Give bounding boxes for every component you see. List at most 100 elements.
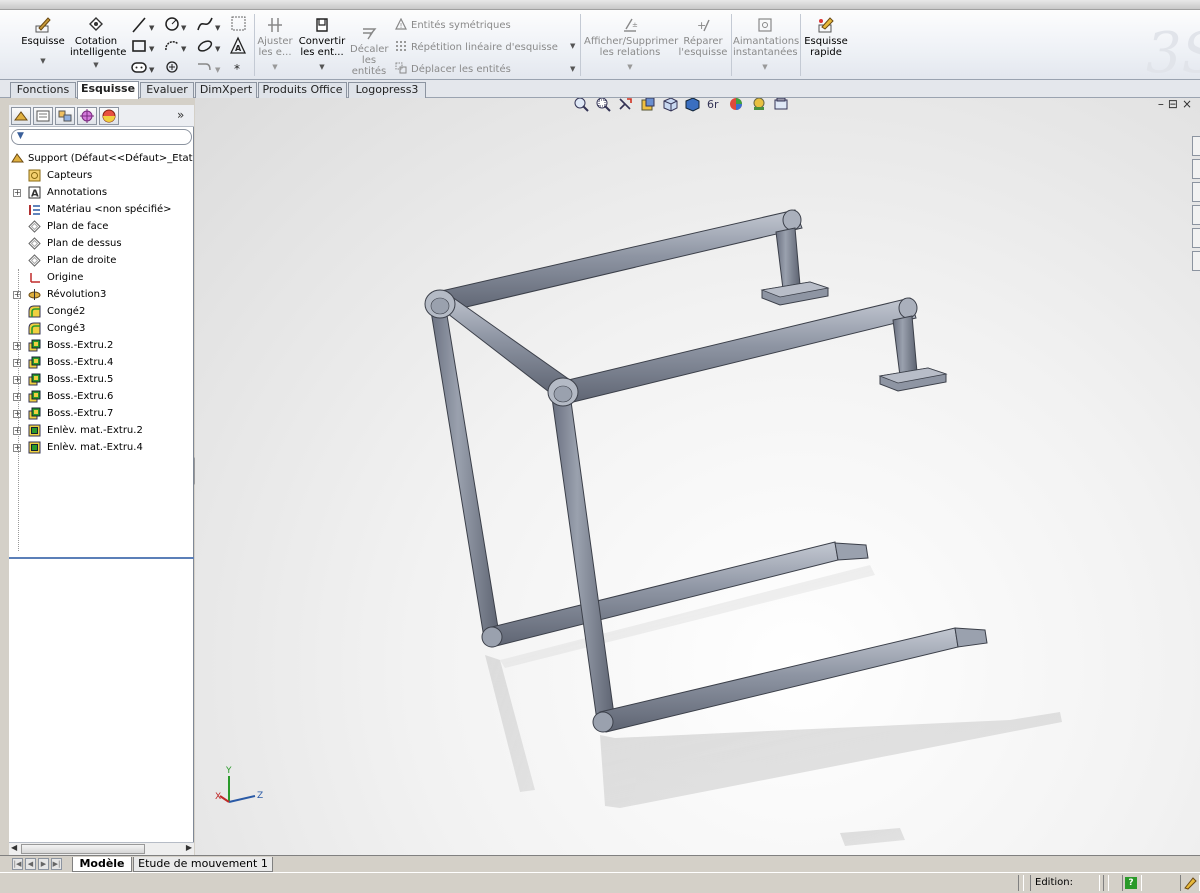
feature-filter-input[interactable]: ▼ <box>11 129 192 145</box>
feature-tree: Support (Défaut<<Défaut>_Etat c Capteurs… <box>9 150 194 456</box>
svg-text:▼: ▼ <box>149 24 155 32</box>
tree-item-label: Congé2 <box>47 306 86 317</box>
svg-text:▼: ▼ <box>215 45 221 53</box>
relations-icon: ± <box>624 18 638 32</box>
tab-sketch[interactable]: Esquisse <box>77 81 139 99</box>
tree-item-origine[interactable]: Origine <box>9 269 194 286</box>
tree-item-cong-3[interactable]: Congé3 <box>9 320 194 337</box>
display-manager-tab[interactable] <box>99 107 119 125</box>
tree-root-part[interactable]: Support (Défaut<<Défaut>_Etat c <box>9 150 194 167</box>
feature-manager-tab[interactable] <box>11 107 31 125</box>
tree-item-cong-2[interactable]: Congé2 <box>9 303 194 320</box>
dimxpert-manager-tab[interactable] <box>77 107 97 125</box>
convert-label-1: Convertir <box>298 36 346 47</box>
tree-item-plan-de-droite[interactable]: Plan de droite <box>9 252 194 269</box>
tab-motion-study-1[interactable]: Etude de mouvement 1 <box>133 857 273 872</box>
tab-model[interactable]: Modèle <box>72 857 132 872</box>
tab-office-products[interactable]: Produits Office <box>258 82 347 98</box>
expand-toggle[interactable]: + <box>13 291 21 299</box>
trim-label-2: les e... <box>258 47 292 58</box>
tree-item-r-volution3[interactable]: + Révolution3 <box>9 286 194 303</box>
tree-item-boss-extru-5[interactable]: + Boss.-Extru.5 <box>9 371 194 388</box>
nav-last-button[interactable]: ▶| <box>51 858 62 870</box>
nav-prev-button[interactable]: ◀ <box>25 858 36 870</box>
panel-horizontal-scrollbar[interactable]: ◀ ▶ <box>9 842 194 855</box>
tree-item-annotations[interactable]: + A Annotations <box>9 184 194 201</box>
graphics-area[interactable]: 6r –⊟× Y X Z <box>195 98 1200 855</box>
tree-item-boss-extru-6[interactable]: + Boss.-Extru.6 <box>9 388 194 405</box>
sketch-grid-icon <box>231 16 246 31</box>
quick-snaps-button[interactable]: Aimantations instantanées ▼ <box>733 16 799 73</box>
convert-dropdown-arrow[interactable]: ▼ <box>298 62 346 73</box>
move-entities-button[interactable]: Déplacer les entités <box>395 62 511 75</box>
tree-item-boss-extru-4[interactable]: + Boss.-Extru.4 <box>9 354 194 371</box>
mirror-entities-button[interactable]: ! Entités symétriques <box>395 18 511 31</box>
circle-icon <box>165 17 179 31</box>
tree-item-label: Capteurs <box>47 170 93 181</box>
offset-label-1: Décaler <box>350 44 389 55</box>
back-vertical-tube <box>429 302 501 645</box>
repair-label-2: l'esquisse <box>678 47 728 58</box>
pattern-dropdown-arrow[interactable]: ▼ <box>570 42 575 50</box>
property-manager-tab[interactable] <box>33 107 53 125</box>
tree-item-plan-de-dessus[interactable]: Plan de dessus <box>9 235 194 252</box>
status-pencil-icon[interactable] <box>1180 875 1200 891</box>
scroll-thumb[interactable] <box>21 844 145 854</box>
mirror-icon: ! <box>395 18 407 30</box>
expand-toggle[interactable]: + <box>13 359 21 367</box>
rapid-sketch-button[interactable]: Esquisse rapide <box>802 16 850 58</box>
tab-features[interactable]: Fonctions <box>10 82 76 98</box>
tab-logopress3[interactable]: Logopress3 <box>348 82 426 98</box>
smart-dimension-icon <box>89 17 103 31</box>
tab-evaluate[interactable]: Evaluer <box>140 82 194 98</box>
tree-connector-line <box>18 269 19 551</box>
3d-model-support[interactable]: Y X Z <box>195 98 1200 855</box>
tree-item-label: Enlèv. mat.-Extru.2 <box>47 425 143 436</box>
repair-sketch-button[interactable]: + Réparer l'esquisse <box>678 16 728 58</box>
sketch-button[interactable]: Esquisse ▼ <box>18 16 68 67</box>
help-icon: ? <box>1125 877 1137 889</box>
relations-dropdown-arrow[interactable]: ▼ <box>584 62 676 73</box>
trim-entities-button[interactable]: Ajuster les e... ▼ <box>256 16 294 73</box>
nav-next-button[interactable]: ▶ <box>38 858 49 870</box>
scroll-right-arrow[interactable]: ▶ <box>186 843 192 852</box>
tree-item-boss-extru-7[interactable]: + Boss.-Extru.7 <box>9 405 194 422</box>
tree-item-mat-riau-non-sp-cifi[interactable]: Matériau <non spécifié> <box>9 201 194 218</box>
offset-entities-button[interactable]: Décaler les entités <box>350 24 389 77</box>
nav-first-button[interactable]: |◀ <box>12 858 23 870</box>
convert-entities-button[interactable]: Convertir les ent... ▼ <box>298 16 346 73</box>
tab-dimxpert[interactable]: DimXpert <box>195 82 257 98</box>
tree-item-enl-v-mat-extru-2[interactable]: + Enlèv. mat.-Extru.2 <box>9 422 194 439</box>
help-button[interactable]: ? <box>1122 875 1142 891</box>
sketch-dropdown-arrow[interactable]: ▼ <box>18 56 68 67</box>
expand-toggle[interactable]: + <box>13 376 21 384</box>
move-dropdown-arrow[interactable]: ▼ <box>570 65 575 73</box>
smart-dimension-label-1: Cotation <box>74 36 118 47</box>
display-delete-relations-button[interactable]: ± Afficher/Supprimer les relations ▼ <box>584 16 678 73</box>
move-entities-icon <box>395 62 407 74</box>
expand-toggle[interactable]: + <box>13 444 21 452</box>
tree-item-capteurs[interactable]: Capteurs <box>9 167 194 184</box>
linear-pattern-button[interactable]: Répétition linéaire d'esquisse <box>395 40 558 53</box>
expand-toggle[interactable]: + <box>13 410 21 418</box>
boss-extrude-icon <box>28 339 41 352</box>
rollback-bar[interactable] <box>9 557 194 559</box>
snaps-dropdown-arrow[interactable]: ▼ <box>733 62 797 73</box>
expand-toggle[interactable]: + <box>13 393 21 401</box>
more-tabs-button[interactable]: » <box>177 108 184 122</box>
expand-toggle[interactable]: + <box>13 189 21 197</box>
configuration-manager-tab[interactable] <box>55 107 75 125</box>
smart-dimension-button[interactable]: Cotation intelligente ▼ <box>70 16 126 71</box>
text-icon: A <box>229 36 247 54</box>
smart-dimension-dropdown-arrow[interactable]: ▼ <box>70 60 122 71</box>
trim-dropdown-arrow[interactable]: ▼ <box>256 62 294 73</box>
mirror-label: Entités symétriques <box>411 20 511 31</box>
tree-item-enl-v-mat-extru-4[interactable]: + Enlèv. mat.-Extru.4 <box>9 439 194 456</box>
tree-item-plan-de-face[interactable]: Plan de face <box>9 218 194 235</box>
svg-text:±: ± <box>632 21 638 29</box>
tree-item-label: Congé3 <box>47 323 86 334</box>
tree-item-boss-extru-2[interactable]: + Boss.-Extru.2 <box>9 337 194 354</box>
expand-toggle[interactable]: + <box>13 342 21 350</box>
scroll-left-arrow[interactable]: ◀ <box>11 843 17 852</box>
expand-toggle[interactable]: + <box>13 427 21 435</box>
